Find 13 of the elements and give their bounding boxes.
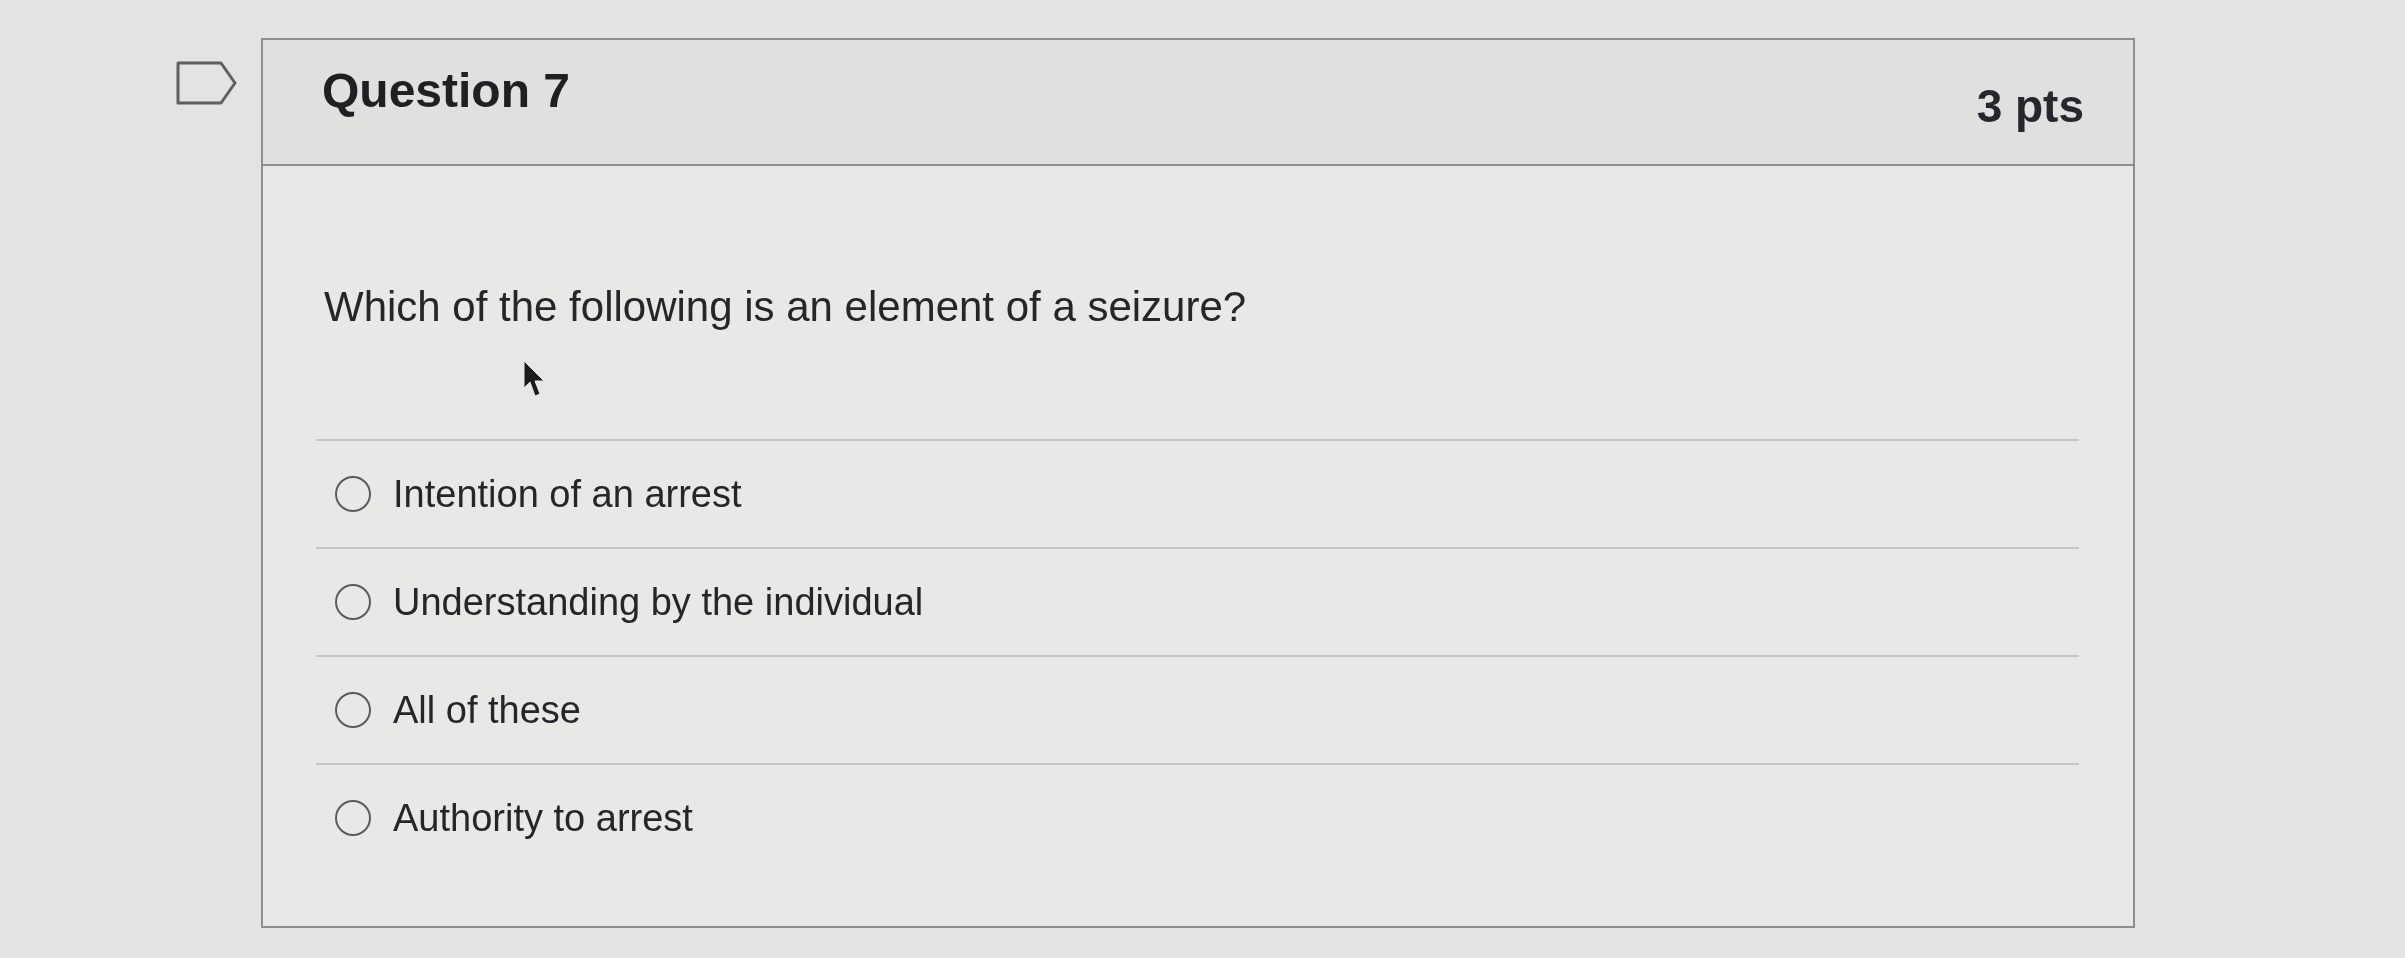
answer-label: Intention of an arrest (393, 472, 742, 517)
question-points: 3 pts (1976, 79, 2084, 133)
question-title: Question 7 (322, 63, 571, 119)
tag-icon[interactable] (176, 61, 238, 105)
answer-label: All of these (393, 688, 581, 733)
radio-button[interactable] (335, 692, 371, 728)
answer-label: Understanding by the individual (393, 580, 924, 625)
question-text: Which of the following is an element of a seizure? (323, 282, 1248, 332)
answer-label: Authority to arrest (393, 796, 693, 841)
radio-button[interactable] (335, 476, 371, 512)
radio-button[interactable] (335, 800, 371, 836)
radio-button[interactable] (335, 584, 371, 620)
mouse-pointer-icon (523, 360, 545, 398)
